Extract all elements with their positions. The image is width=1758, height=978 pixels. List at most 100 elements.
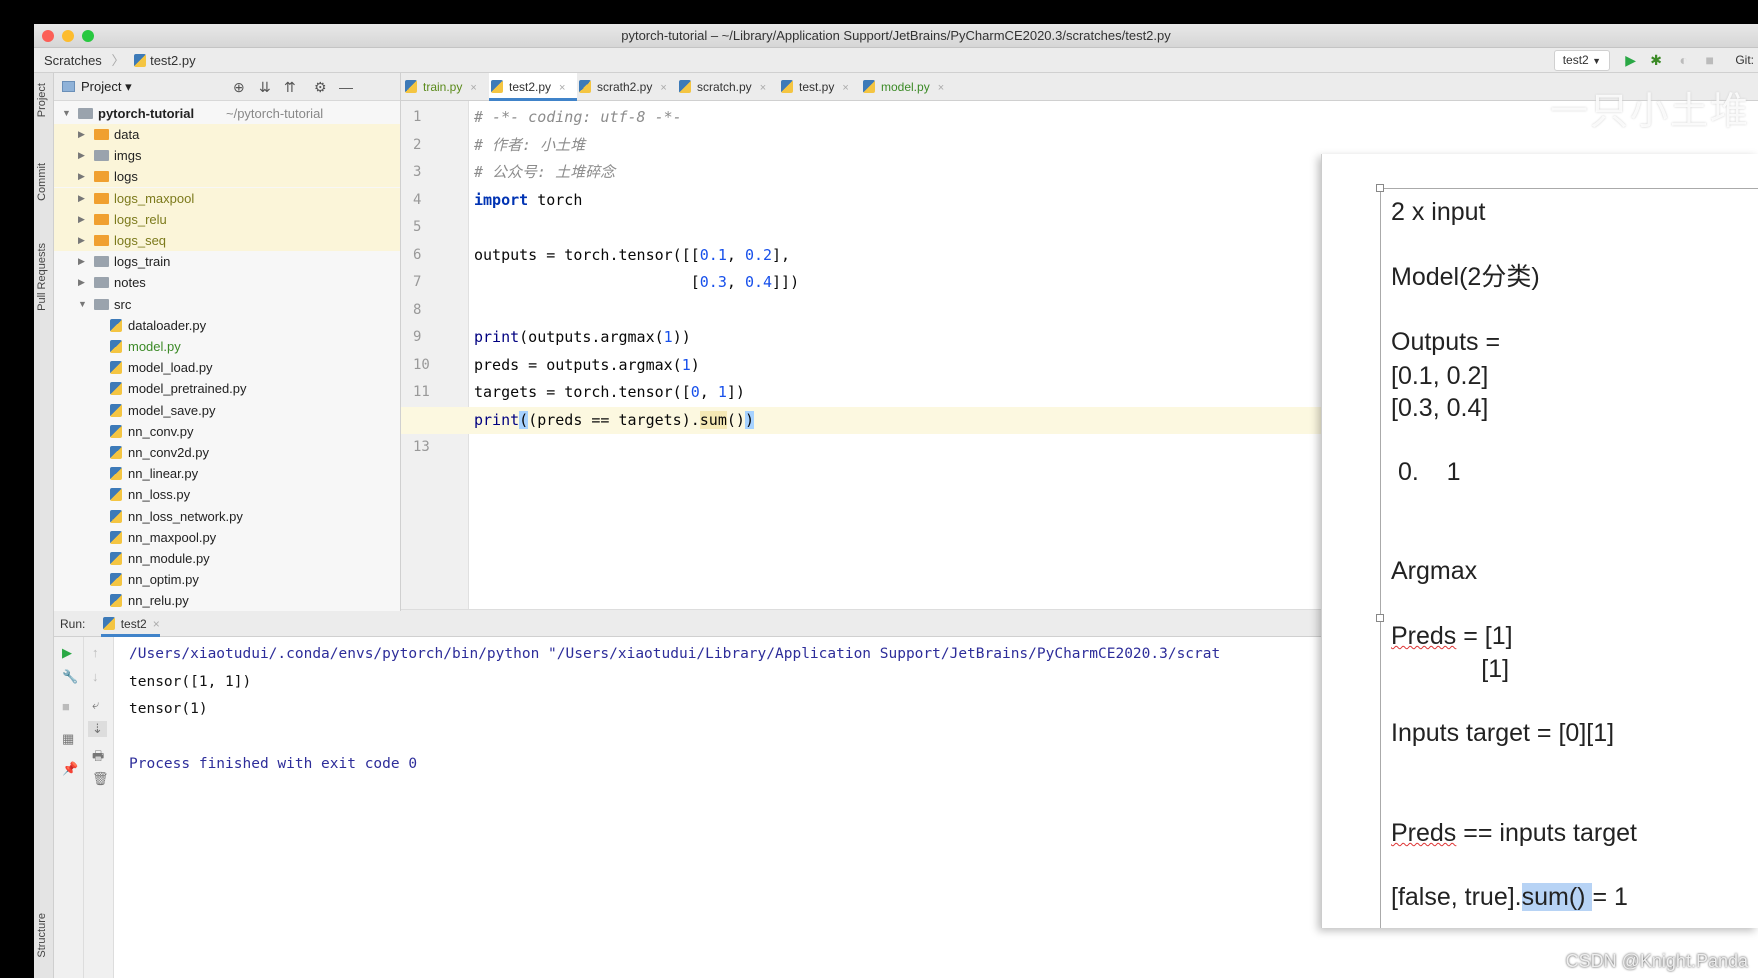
collapsed-arrow-icon[interactable]: ▶ — [78, 188, 85, 209]
tree-item[interactable]: nn_conv.py — [54, 421, 400, 442]
tool-window-strip: Project Commit Pull Requests Structure — [34, 73, 54, 978]
code-token: 0.2 — [744, 245, 773, 264]
hide-icon[interactable]: — — [339, 73, 353, 101]
close-tab-icon[interactable]: × — [470, 82, 476, 94]
tool-pull-requests[interactable]: Pull Requests — [36, 243, 48, 311]
tree-item[interactable]: model.py — [54, 336, 400, 357]
close-icon[interactable]: × — [153, 617, 160, 631]
close-tab-icon[interactable]: × — [760, 82, 766, 94]
tree-item[interactable]: nn_linear.py — [54, 463, 400, 484]
tab-scrath2[interactable]: scrath2.py × — [577, 73, 677, 101]
tool-project[interactable]: Project — [36, 83, 48, 117]
stop-icon[interactable]: ■ — [62, 699, 70, 714]
close-tab-icon[interactable]: × — [559, 82, 565, 94]
tree-item[interactable]: nn_module.py — [54, 548, 400, 569]
slide-text-line: Model(2分类) — [1391, 263, 1540, 291]
layout-icon[interactable]: ▦ — [62, 731, 74, 747]
tree-item[interactable]: ▶ data — [54, 124, 400, 145]
expand-all-icon[interactable]: ⇊ — [259, 73, 271, 101]
tree-item[interactable]: model_pretrained.py — [54, 378, 400, 399]
code-token: # 作者: 小土堆 — [474, 135, 586, 154]
expanded-arrow-icon[interactable]: ▼ — [62, 103, 71, 124]
tree-item[interactable]: model_save.py — [54, 400, 400, 421]
run-tab-test2[interactable]: test2 × — [100, 611, 160, 637]
navigation-bar: Scratches 〉 test2.py test2 ▼ ▶ ✱ ◐ ■ Git… — [34, 48, 1758, 73]
tree-item[interactable]: nn_loss_network.py — [54, 506, 400, 527]
tree-item[interactable]: ▶ logs_maxpool — [54, 187, 400, 209]
tree-item[interactable]: nn_relu.py — [54, 590, 400, 611]
debug-icon[interactable]: ✱ — [1650, 50, 1662, 71]
collapsed-arrow-icon[interactable]: ▶ — [78, 124, 85, 145]
close-tab-icon[interactable]: × — [660, 82, 666, 94]
expanded-arrow-icon[interactable]: ▼ — [78, 294, 87, 315]
tree-item[interactable]: ▶ logs_seq — [54, 230, 400, 251]
collapsed-arrow-icon[interactable]: ▶ — [78, 166, 85, 187]
git-label[interactable]: Git: — [1735, 50, 1754, 71]
tree-item[interactable]: nn_loss.py — [54, 484, 400, 505]
python-file-icon — [110, 509, 122, 523]
breadcrumb-file[interactable]: test2.py — [134, 48, 196, 73]
tree-item[interactable]: ▼ src — [54, 294, 400, 315]
tree-item[interactable]: ▶ logs_relu — [54, 208, 400, 230]
minimize-window-button[interactable] — [62, 30, 74, 42]
tool-commit[interactable]: Commit — [36, 163, 48, 201]
close-window-button[interactable] — [42, 30, 54, 42]
up-arrow-icon[interactable]: ↑ — [92, 645, 99, 660]
tree-item[interactable]: nn_conv2d.py — [54, 442, 400, 463]
tree-item[interactable]: nn_optim.py — [54, 569, 400, 590]
tree-item[interactable]: ▶ logs_train — [54, 251, 400, 272]
coverage-icon[interactable]: ◐ — [1680, 50, 1688, 71]
project-view-select[interactable]: Project ▾ — [81, 79, 132, 94]
csdn-watermark: CSDN @Knight.Panda — [1565, 951, 1748, 971]
tree-item[interactable]: nn_maxpool.py — [54, 527, 400, 548]
tab-label: scratch.py — [697, 80, 752, 94]
scroll-to-end-icon[interactable]: ⇣ — [88, 721, 107, 737]
run-icon[interactable]: ▶ — [1625, 50, 1636, 71]
folder-icon — [94, 235, 109, 246]
locate-icon[interactable]: ⊕ — [233, 73, 245, 101]
line-number: 8 — [413, 301, 422, 318]
tree-item[interactable]: dataloader.py — [54, 315, 400, 336]
slide-notes-overlay: 2 x input Model(2分类) Outputs = [0.1, 0.2] [0… — [1321, 154, 1758, 928]
tree-item[interactable]: ▶ logs — [54, 166, 400, 188]
tab-scratch[interactable]: scratch.py × — [677, 73, 779, 101]
collapsed-arrow-icon[interactable]: ▶ — [78, 230, 85, 251]
collapsed-arrow-icon[interactable]: ▶ — [78, 145, 85, 166]
close-tab-icon[interactable]: × — [938, 82, 944, 94]
run-configuration-select[interactable]: test2 ▼ — [1553, 50, 1610, 71]
tree-item[interactable]: ▶ notes — [54, 272, 400, 293]
breadcrumb-scratches[interactable]: Scratches — [44, 48, 102, 73]
collapsed-arrow-icon[interactable]: ▶ — [78, 209, 85, 230]
collapse-all-icon[interactable]: ⇈ — [284, 73, 296, 101]
down-arrow-icon[interactable]: ↓ — [92, 669, 99, 684]
tab-model[interactable]: model.py × — [861, 73, 947, 101]
folder-icon — [94, 277, 109, 289]
collapsed-arrow-icon[interactable]: ▶ — [78, 272, 85, 293]
code-token: (preds == targets). — [528, 410, 700, 429]
tab-train[interactable]: train.py × — [403, 73, 489, 101]
code-line: targets = torch.tensor([0, 1]) — [474, 379, 745, 407]
collapsed-arrow-icon[interactable]: ▶ — [78, 251, 85, 272]
tree-item[interactable]: model_load.py — [54, 357, 400, 378]
pin-icon[interactable]: 📌 — [62, 761, 78, 777]
trash-icon[interactable]: 🗑 — [92, 771, 109, 787]
code-token: ]) — [726, 383, 745, 401]
tab-test[interactable]: test.py × — [779, 73, 861, 101]
tree-item[interactable]: ▶ imgs — [54, 145, 400, 167]
rerun-icon[interactable]: ▶ — [62, 645, 72, 661]
print-icon[interactable]: 🖶 — [92, 747, 104, 769]
maximize-window-button[interactable] — [82, 30, 94, 42]
resize-handle[interactable] — [1376, 184, 1384, 192]
line-number: 2 — [413, 136, 422, 153]
stop-icon[interactable]: ■ — [1706, 50, 1714, 71]
close-tab-icon[interactable]: × — [842, 82, 848, 94]
line-number-gutter: 12345678910111213 — [401, 101, 469, 609]
tool-structure[interactable]: Structure — [36, 913, 48, 958]
wrench-icon[interactable]: 🔧 — [62, 669, 78, 685]
soft-wrap-icon[interactable]: ⤶ — [92, 697, 99, 713]
resize-handle[interactable] — [1376, 614, 1384, 622]
tree-root[interactable]: ▼ pytorch-tutorial ~/pytorch-tutorial — [54, 103, 400, 124]
gear-icon[interactable]: ⚙ — [314, 73, 327, 101]
line-number: 9 — [413, 329, 422, 345]
tab-test2[interactable]: test2.py × — [489, 73, 577, 101]
